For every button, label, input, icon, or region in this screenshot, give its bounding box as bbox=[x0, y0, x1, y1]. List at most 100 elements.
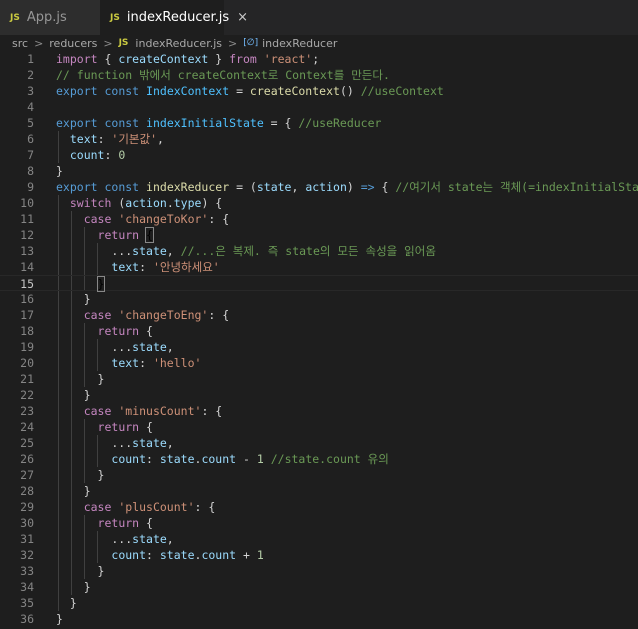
code-token: . bbox=[166, 196, 174, 210]
code-line[interactable]: 27 } bbox=[0, 467, 638, 483]
code-line[interactable]: 22 } bbox=[0, 387, 638, 403]
code-token: return bbox=[97, 420, 140, 434]
line-number: 19 bbox=[20, 340, 34, 354]
code-line[interactable]: 20 text: 'hello' bbox=[0, 355, 638, 371]
code-text: case 'minusCount': { bbox=[56, 403, 223, 419]
code-line[interactable]: 1 import { createContext } from 'react'; bbox=[0, 51, 638, 67]
code-line[interactable]: 23 case 'minusCount': { bbox=[0, 403, 638, 419]
breadcrumb-reducers[interactable]: reducers bbox=[49, 37, 97, 50]
line-number: 1 bbox=[27, 52, 34, 66]
line-number: 34 bbox=[20, 580, 34, 594]
code-token: 'hello' bbox=[152, 356, 202, 370]
code-line[interactable]: 19 ...state, bbox=[0, 339, 638, 355]
code-text: export const indexInitialState = { //use… bbox=[56, 115, 381, 131]
code-token: case bbox=[83, 404, 112, 418]
line-number: 11 bbox=[20, 212, 34, 226]
line-number: 27 bbox=[20, 468, 34, 482]
code-token: , bbox=[166, 532, 174, 546]
code-token: indexReducer bbox=[146, 180, 230, 194]
line-number: 5 bbox=[27, 116, 34, 130]
code-token: case bbox=[83, 212, 112, 226]
code-token: createContext bbox=[118, 52, 209, 66]
code-token: export bbox=[56, 84, 98, 98]
code-line[interactable]: 10 switch (action.type) { bbox=[0, 195, 638, 211]
code-line[interactable]: 3 export const IndexContext = createConte… bbox=[0, 83, 638, 99]
code-token: //...은 복제. 즉 state의 모든 속성을 읽어옴 bbox=[180, 244, 436, 258]
code-line[interactable]: 29 case 'plusCount': { bbox=[0, 499, 638, 515]
code-line[interactable]: 30 return { bbox=[0, 515, 638, 531]
code-text: case 'changeToKor': { bbox=[56, 211, 229, 227]
code-token: : { bbox=[208, 212, 230, 226]
code-line[interactable]: 9 export const indexReducer = (state, act… bbox=[0, 179, 638, 195]
code-token: } bbox=[56, 564, 105, 578]
code-token: : bbox=[97, 132, 112, 146]
variable-symbol-icon: [∅] bbox=[243, 38, 259, 48]
code-token: return bbox=[97, 324, 140, 338]
code-token: text bbox=[69, 132, 98, 146]
breadcrumb-src[interactable]: src bbox=[12, 37, 28, 50]
code-line[interactable]: 15 } bbox=[0, 275, 638, 292]
breadcrumb-symbol[interactable]: indexReducer bbox=[262, 37, 337, 50]
code-line[interactable]: 12 return { bbox=[0, 227, 638, 243]
code-line[interactable]: 14 text: '안녕하세요' bbox=[0, 259, 638, 275]
tab-app-js[interactable]: JS App.js bbox=[0, 0, 100, 35]
code-line[interactable]: 8} bbox=[0, 163, 638, 179]
code-token: import bbox=[56, 52, 98, 66]
code-line[interactable]: 11 case 'changeToKor': { bbox=[0, 211, 638, 227]
code-token: : bbox=[139, 260, 153, 274]
code-line[interactable]: 5 export const indexInitialState = { //us… bbox=[0, 115, 638, 131]
line-number: 13 bbox=[20, 244, 34, 258]
code-line[interactable]: 6 text: '기본값', bbox=[0, 131, 638, 147]
code-line[interactable]: 33 } bbox=[0, 563, 638, 579]
breadcrumb-file[interactable]: indexReducer.js bbox=[135, 37, 222, 50]
code-text: return { bbox=[56, 419, 153, 435]
tab-index-reducer-js[interactable]: JS indexReducer.js × bbox=[100, 0, 248, 35]
code-token: const bbox=[104, 180, 140, 194]
code-line[interactable]: 36} bbox=[0, 611, 638, 627]
line-number: 22 bbox=[20, 388, 34, 402]
code-token: text bbox=[111, 356, 140, 370]
code-token: text bbox=[111, 260, 140, 274]
code-token: count bbox=[69, 148, 105, 162]
line-number: 14 bbox=[20, 260, 34, 274]
code-line[interactable]: 26 count: state.count - 1 //state.count … bbox=[0, 451, 638, 467]
code-line[interactable]: 7 count: 0 bbox=[0, 147, 638, 163]
code-token: 'changeToKor' bbox=[118, 212, 209, 226]
code-line[interactable]: 21 } bbox=[0, 371, 638, 387]
code-token: '기본값' bbox=[111, 132, 158, 146]
code-line[interactable]: 35 } bbox=[0, 595, 638, 611]
code-line[interactable]: 32 count: state.count + 1 bbox=[0, 547, 638, 563]
code-text: } bbox=[56, 595, 77, 611]
code-text: case 'plusCount': { bbox=[56, 499, 216, 515]
code-text: count: state.count + 1 bbox=[56, 547, 263, 563]
code-token: , bbox=[291, 180, 306, 194]
code-line[interactable]: 18 return { bbox=[0, 323, 638, 339]
code-line[interactable]: 25 ...state, bbox=[0, 435, 638, 451]
code-token: { bbox=[139, 324, 153, 338]
code-line[interactable]: 4 bbox=[0, 99, 638, 115]
close-icon[interactable]: × bbox=[237, 10, 248, 25]
code-editor[interactable]: 1 import { createContext } from 'react'; 2… bbox=[0, 51, 638, 629]
code-text: return { bbox=[56, 227, 154, 243]
line-number: 36 bbox=[20, 612, 34, 626]
code-line[interactable]: 16 } bbox=[0, 291, 638, 307]
code-token: : bbox=[104, 148, 119, 162]
code-token: { bbox=[139, 516, 153, 530]
chevron-right-icon: > bbox=[34, 36, 44, 50]
code-line[interactable]: 13 ...state, //...은 복제. 즉 state의 모든 속성을 … bbox=[0, 243, 638, 259]
code-line[interactable]: 2 // function 밖에서 createContext로 Context를… bbox=[0, 67, 638, 83]
code-token: : { bbox=[201, 404, 223, 418]
code-line[interactable]: 24 return { bbox=[0, 419, 638, 435]
code-line[interactable]: 17 case 'changeToEng': { bbox=[0, 307, 638, 323]
code-token: ... bbox=[56, 244, 133, 258]
code-line[interactable]: 31 ...state, bbox=[0, 531, 638, 547]
code-line[interactable]: 34 } bbox=[0, 579, 638, 595]
code-line[interactable]: 28 } bbox=[0, 483, 638, 499]
code-token: : { bbox=[194, 500, 216, 514]
